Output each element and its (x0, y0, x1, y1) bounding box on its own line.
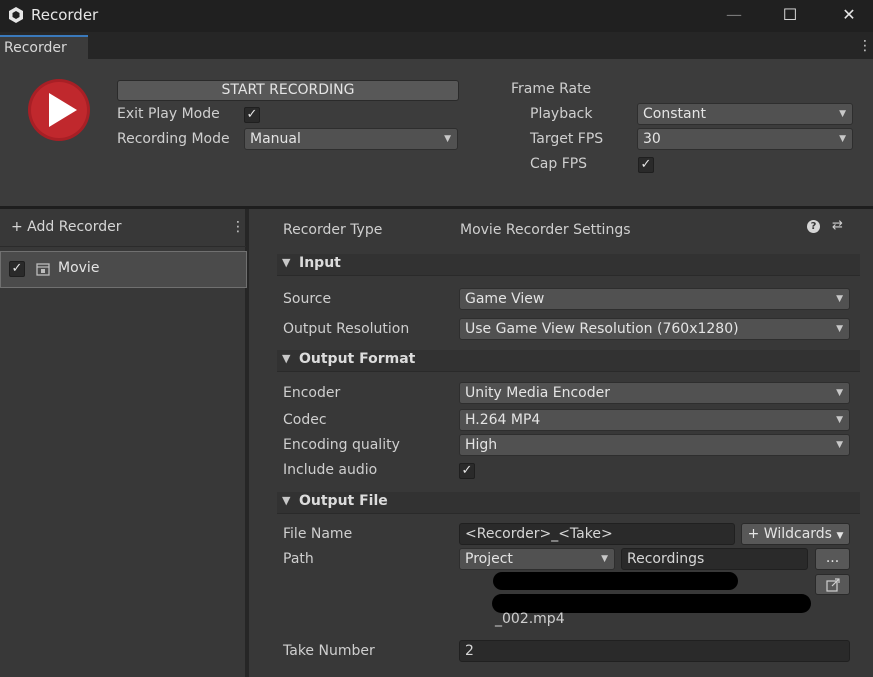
tab-label: Recorder (4, 40, 67, 56)
divider (0, 246, 246, 247)
path-root-value: Project (465, 551, 513, 567)
movie-clapper-icon (35, 261, 51, 277)
redacted-path-line-1 (493, 572, 738, 590)
chevron-down-icon: ▼ (836, 531, 844, 541)
presets-icon[interactable]: ⇄ (832, 218, 843, 233)
chevron-down-icon: ▼ (601, 554, 608, 564)
playback-label: Playback (530, 106, 593, 122)
codec-label: Codec (283, 412, 327, 428)
recorder-type-label: Recorder Type (283, 222, 383, 238)
cap-fps-checkbox[interactable]: ✓ (638, 157, 654, 173)
recorder-list-menu-icon[interactable]: ⋮ (231, 219, 245, 235)
section-output-file[interactable]: ▼ Output File (277, 492, 860, 514)
open-folder-button[interactable] (815, 574, 850, 595)
start-recording-button[interactable]: START RECORDING (117, 80, 459, 101)
path-label: Path (283, 551, 314, 567)
wildcards-button[interactable]: + Wildcards ▼ (741, 523, 850, 545)
output-path-preview: _002.mp4 (495, 611, 565, 627)
exit-play-mode-checkbox[interactable]: ✓ (244, 107, 260, 123)
source-dropdown[interactable]: Game View ▼ (459, 288, 850, 310)
cap-fps-label: Cap FPS (530, 156, 588, 172)
tab-strip (0, 32, 873, 59)
browse-button[interactable]: ... (815, 548, 850, 570)
playback-value: Constant (643, 106, 706, 122)
target-fps-label: Target FPS (530, 131, 604, 147)
encoder-value: Unity Media Encoder (465, 385, 610, 401)
take-number-input[interactable]: 2 (459, 640, 850, 662)
section-input[interactable]: ▼ Input (277, 254, 860, 276)
path-root-dropdown[interactable]: Project ▼ (459, 548, 615, 570)
target-fps-value: 30 (643, 131, 661, 147)
chevron-down-icon: ▼ (839, 109, 846, 119)
recorder-type-value: Movie Recorder Settings (460, 222, 631, 238)
section-title: Output Format (299, 351, 416, 367)
path-folder-input[interactable]: Recordings (621, 548, 808, 570)
collapse-triangle-icon: ▼ (282, 256, 291, 269)
chevron-down-icon: ▼ (836, 324, 843, 334)
add-recorder-button[interactable]: + Add Recorder (11, 219, 121, 235)
collapse-triangle-icon: ▼ (282, 352, 291, 365)
codec-value: H.264 MP4 (465, 412, 541, 428)
chevron-down-icon: ▼ (839, 134, 846, 144)
tab-menu-icon[interactable]: ⋮ (858, 38, 872, 54)
take-number-label: Take Number (283, 643, 375, 659)
section-title: Input (299, 255, 341, 271)
section-output-format[interactable]: ▼ Output Format (277, 350, 860, 372)
file-name-input[interactable]: <Recorder>_<Take> (459, 523, 735, 545)
unity-logo-icon (7, 6, 25, 24)
open-external-icon (825, 578, 840, 592)
close-button[interactable]: ✕ (826, 0, 872, 30)
codec-dropdown[interactable]: H.264 MP4 ▼ (459, 409, 850, 431)
include-audio-checkbox[interactable]: ✓ (459, 463, 475, 479)
target-fps-dropdown[interactable]: 30 ▼ (637, 128, 853, 150)
recording-mode-label: Recording Mode (117, 131, 230, 147)
recording-mode-dropdown[interactable]: Manual ▼ (244, 128, 458, 150)
minimize-button[interactable]: — (711, 0, 757, 30)
chevron-down-icon: ▼ (444, 134, 451, 144)
recording-mode-value: Manual (250, 131, 301, 147)
encoding-quality-label: Encoding quality (283, 437, 400, 453)
chevron-down-icon: ▼ (836, 388, 843, 398)
chevron-down-icon: ▼ (836, 415, 843, 425)
tab-recorder[interactable]: Recorder (0, 35, 88, 59)
playback-dropdown[interactable]: Constant ▼ (637, 103, 853, 125)
output-resolution-value: Use Game View Resolution (760x1280) (465, 321, 739, 337)
output-resolution-label: Output Resolution (283, 321, 410, 337)
recorder-item-movie[interactable]: ✓ Movie (0, 251, 247, 288)
encoder-dropdown[interactable]: Unity Media Encoder ▼ (459, 382, 850, 404)
encoding-quality-dropdown[interactable]: High ▼ (459, 434, 850, 456)
record-play-icon[interactable] (27, 78, 91, 142)
encoding-quality-value: High (465, 437, 498, 453)
exit-play-mode-label: Exit Play Mode (117, 106, 220, 122)
chevron-down-icon: ▼ (836, 294, 843, 304)
encoder-label: Encoder (283, 385, 341, 401)
recorder-enabled-checkbox[interactable]: ✓ (9, 261, 25, 277)
chevron-down-icon: ▼ (836, 440, 843, 450)
maximize-button[interactable]: ☐ (767, 0, 813, 30)
window-title: Recorder (31, 6, 99, 24)
section-title: Output File (299, 493, 388, 509)
output-resolution-dropdown[interactable]: Use Game View Resolution (760x1280) ▼ (459, 318, 850, 340)
include-audio-label: Include audio (283, 462, 378, 478)
file-name-label: File Name (283, 526, 353, 542)
recorder-item-label: Movie (58, 260, 100, 276)
collapse-triangle-icon: ▼ (282, 494, 291, 507)
source-value: Game View (465, 291, 545, 307)
frame-rate-label: Frame Rate (511, 81, 592, 97)
source-label: Source (283, 291, 332, 307)
help-icon[interactable]: ? (807, 220, 820, 233)
wildcards-label: + Wildcards (747, 526, 832, 542)
